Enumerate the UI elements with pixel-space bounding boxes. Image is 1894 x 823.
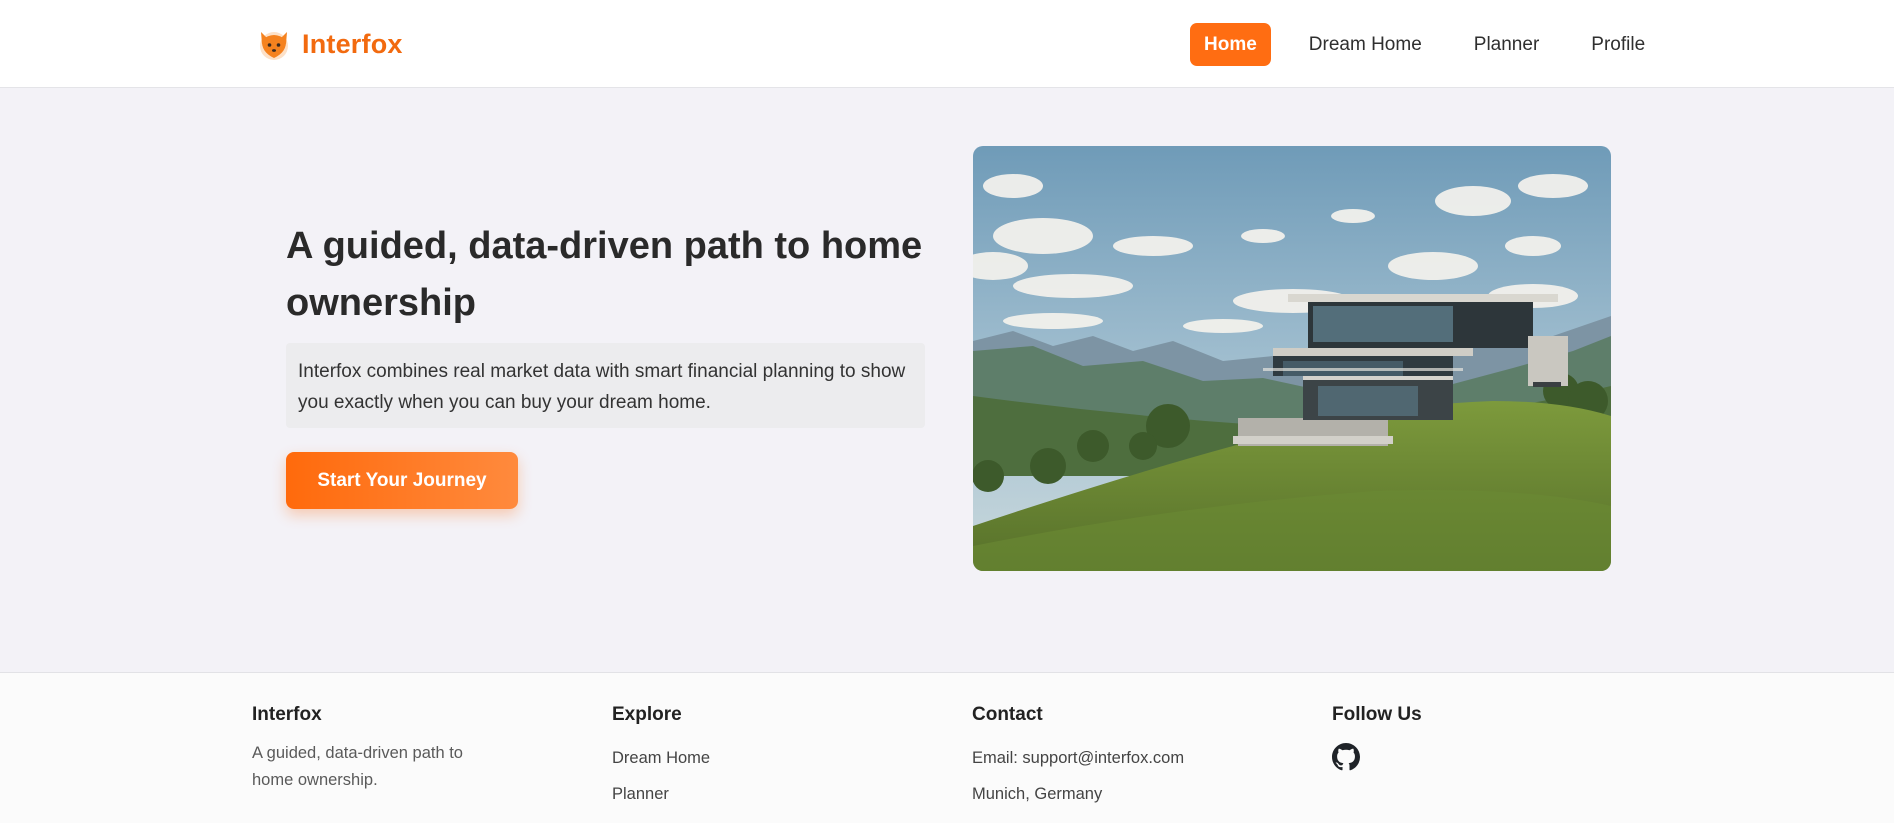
start-journey-button[interactable]: Start Your Journey	[286, 452, 518, 509]
footer-explore-title: Explore	[612, 704, 682, 725]
footer-tagline: A guided, data-driven path to home owner…	[252, 744, 463, 789]
nav-item-profile[interactable]: Profile	[1577, 23, 1659, 66]
site-header: Interfox Home Dream Home Planner Profile	[0, 0, 1894, 88]
contact-location: Munich, Germany	[972, 785, 1103, 803]
site-footer: Interfox A guided, data-driven path to h…	[0, 672, 1894, 823]
hero-description: Interfox combines real market data with …	[286, 343, 925, 428]
hero-title: A guided, data-driven path to home owner…	[286, 225, 923, 324]
footer-explore-column: Explore Dream Home Planner	[612, 703, 710, 812]
brand-name: Interfox	[302, 28, 403, 59]
footer-contact-column: Contact Email: support@interfox.com Muni…	[972, 703, 1184, 812]
brand-link[interactable]: Interfox	[256, 24, 403, 64]
nav-item-planner[interactable]: Planner	[1460, 23, 1554, 66]
github-icon[interactable]	[1332, 743, 1360, 771]
footer-link-dream-home[interactable]: Dream Home	[612, 740, 710, 776]
nav-item-home[interactable]: Home	[1190, 23, 1271, 66]
house-landscape-illustration	[973, 146, 1611, 571]
fox-icon	[260, 32, 288, 60]
footer-follow-column: Follow Us	[1332, 703, 1422, 776]
footer-link-planner[interactable]: Planner	[612, 776, 710, 812]
main-nav: Home Dream Home Planner Profile	[1190, 23, 1683, 66]
footer-brand-title: Interfox	[252, 704, 322, 725]
contact-email: Email: support@interfox.com	[972, 749, 1185, 767]
footer-follow-title: Follow Us	[1332, 704, 1422, 725]
footer-contact-title: Contact	[972, 704, 1043, 725]
hero-image	[973, 146, 1611, 571]
nav-item-dream-home[interactable]: Dream Home	[1295, 23, 1436, 66]
footer-brand-column: Interfox A guided, data-driven path to h…	[252, 703, 512, 794]
